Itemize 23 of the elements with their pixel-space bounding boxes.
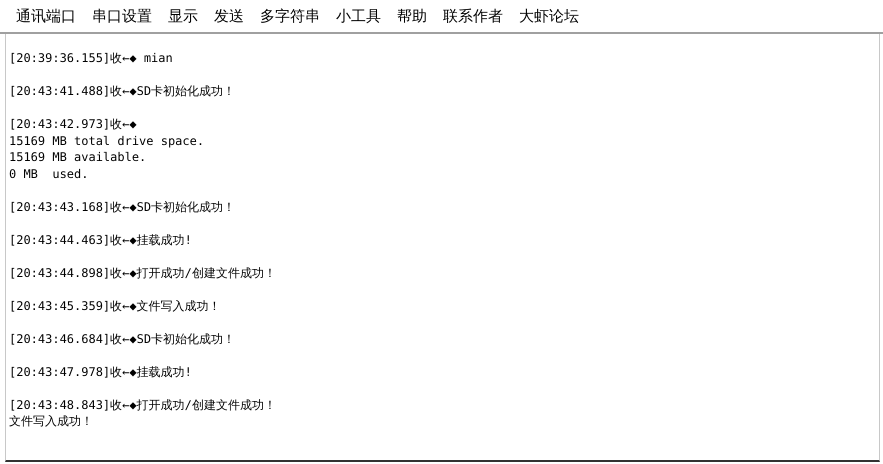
log-line: 15169 MB available.	[9, 149, 146, 166]
menu-item[interactable]: 串口设置	[84, 6, 160, 26]
log-line: [20:43:48.843]收←◆打开成功/创建文件成功！	[9, 396, 276, 413]
menu-item[interactable]: 联系作者	[435, 6, 511, 26]
log-line: 0 MB used.	[9, 166, 88, 182]
menu-item[interactable]: 小工具	[328, 6, 389, 26]
menu-item[interactable]: 大虾论坛	[511, 6, 587, 26]
log-line: [20:43:47.978]收←◆挂载成功!	[9, 364, 192, 380]
log-line: [20:39:36.155]收←◆ mian	[9, 50, 173, 66]
log-line: 文件写入成功！	[9, 413, 93, 430]
log-line: [20:43:41.488]收←◆SD卡初始化成功！	[9, 83, 236, 100]
log-line: [20:43:45.359]收←◆文件写入成功！	[9, 298, 221, 314]
log-line: 15169 MB total drive space.	[9, 132, 204, 149]
log-line: [20:43:46.684]收←◆SD卡初始化成功！	[9, 330, 236, 347]
log-line: [20:43:43.168]收←◆SD卡初始化成功！	[9, 198, 236, 215]
menu-item[interactable]: 显示	[160, 6, 206, 26]
log-line: [20:43:44.898]收←◆打开成功/创建文件成功！	[9, 264, 276, 281]
menu-item[interactable]: 通讯端口	[8, 6, 84, 26]
menu-item[interactable]: 发送	[206, 6, 252, 26]
menu-item[interactable]: 帮助	[389, 6, 435, 26]
log-line: [20:43:44.463]收←◆挂载成功!	[9, 232, 192, 248]
log-line: [20:43:42.973]收←◆	[9, 116, 137, 132]
menu-item[interactable]: 多字符串	[252, 6, 328, 26]
